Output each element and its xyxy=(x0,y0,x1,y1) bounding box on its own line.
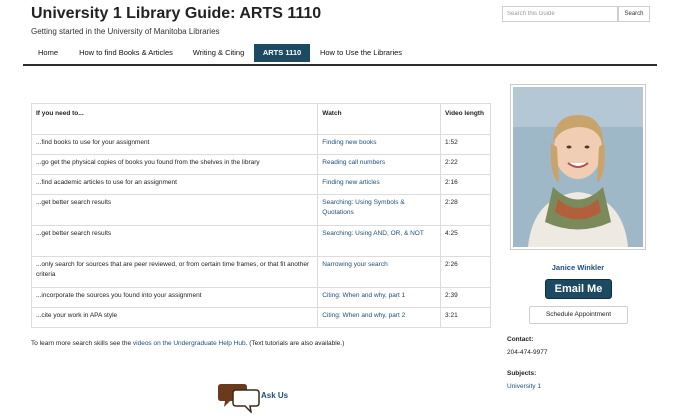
page-title: University 1 Library Guide: ARTS 1110 xyxy=(31,5,322,22)
video-link[interactable]: Finding new books xyxy=(322,139,376,146)
video-link[interactable]: Citing: When and why, part 2 xyxy=(322,312,405,319)
video-cell: Searching: Using Symbols & Quotations xyxy=(317,194,442,226)
search-input[interactable] xyxy=(502,6,618,22)
video-cell: Finding new books xyxy=(317,134,442,155)
note-text-after: . (Text tutorials are also available.) xyxy=(245,340,345,347)
length-cell: 2:26 xyxy=(440,256,491,288)
video-link[interactable]: Finding new articles xyxy=(322,179,379,186)
page-subtitle: Getting started in the University of Man… xyxy=(31,27,220,36)
table-row: ...go get the physical copies of books y… xyxy=(30,154,491,175)
column-header: Video length xyxy=(440,103,491,135)
video-cell: Narrowing your search xyxy=(317,256,442,288)
video-link[interactable]: Searching: Using Symbols & Quotations xyxy=(322,199,404,216)
help-hub-note: To learn more search skills see the vide… xyxy=(31,340,344,347)
email-me-button[interactable]: Email Me xyxy=(545,279,612,299)
table-row: ...get better search results Searching: … xyxy=(30,225,491,257)
video-link[interactable]: Narrowing your search xyxy=(322,261,387,268)
length-cell: 3:21 xyxy=(440,307,491,328)
video-cell: Citing: When and why, part 1 xyxy=(317,287,442,308)
length-cell: 2:39 xyxy=(440,287,491,308)
need-cell: ...find books to use for your assignment xyxy=(30,134,319,155)
contact-phone: 204-474-9977 xyxy=(507,349,548,356)
subjects-label: Subjects: xyxy=(507,370,537,377)
video-cell: Finding new articles xyxy=(317,174,442,195)
profile-photo-frame xyxy=(510,84,646,250)
video-cell: Citing: When and why, part 2 xyxy=(317,307,442,328)
table-row: ...only search for sources that are peer… xyxy=(30,256,491,288)
guide-nav: Home How to find Books & Articles Writin… xyxy=(23,42,657,66)
table-row: ...find academic articles to use for an … xyxy=(30,174,491,195)
length-cell: 2:22 xyxy=(440,154,491,175)
video-table: If you need to... Watch Video length ...… xyxy=(30,103,491,328)
need-cell: ...get better search results xyxy=(30,225,319,257)
table-row: ...cite your work in APA style Citing: W… xyxy=(30,307,491,328)
length-cell: 2:28 xyxy=(440,194,491,226)
tab-find-books-articles[interactable]: How to find Books & Articles xyxy=(71,44,181,62)
table-row: ...incorporate the sources you found int… xyxy=(30,287,491,308)
ask-us-link[interactable]: Ask Us xyxy=(261,391,288,400)
tab-writing-citing[interactable]: Writing & Citing xyxy=(186,44,251,62)
column-header: If you need to... xyxy=(30,103,319,135)
video-cell: Searching: Using AND, OR, & NOT xyxy=(317,225,442,257)
tab-home[interactable]: Home xyxy=(31,44,65,62)
librarian-name: Janice Winkler xyxy=(551,263,605,272)
tab-arts-1110[interactable]: ARTS 1110 xyxy=(254,44,310,62)
column-header: Watch xyxy=(317,103,442,135)
subject-link[interactable]: University 1 xyxy=(507,383,541,390)
video-link[interactable]: Citing: When and why, part 1 xyxy=(322,292,405,299)
video-cell: Reading call numbers xyxy=(317,154,442,175)
profile-photo xyxy=(513,87,643,247)
help-hub-link[interactable]: videos on the Undergraduate Help Hub xyxy=(133,340,246,347)
table-row: ...find books to use for your assignment… xyxy=(30,134,491,155)
tab-how-to-use-libraries[interactable]: How to Use the Libraries xyxy=(314,44,408,62)
note-text-before: To learn more search skills see the xyxy=(31,340,133,347)
length-cell: 1:52 xyxy=(440,134,491,155)
table-row: ...get better search results Searching: … xyxy=(30,194,491,226)
video-link[interactable]: Reading call numbers xyxy=(322,159,385,166)
need-cell: ...only search for sources that are peer… xyxy=(30,256,319,288)
video-link[interactable]: Searching: Using AND, OR, & NOT xyxy=(322,230,424,237)
need-cell: ...get better search results xyxy=(30,194,319,226)
contact-label: Contact: xyxy=(507,336,534,343)
need-cell: ...incorporate the sources you found int… xyxy=(30,287,319,308)
search-button[interactable]: Search xyxy=(618,6,650,22)
schedule-appointment-button[interactable]: Schedule Appointment xyxy=(529,306,628,324)
need-cell: ...go get the physical copies of books y… xyxy=(30,154,319,175)
length-cell: 4:25 xyxy=(440,225,491,257)
length-cell: 2:16 xyxy=(440,174,491,195)
need-cell: ...find academic articles to use for an … xyxy=(30,174,319,195)
need-cell: ...cite your work in APA style xyxy=(30,307,319,328)
table-header-row: If you need to... Watch Video length xyxy=(30,103,491,135)
